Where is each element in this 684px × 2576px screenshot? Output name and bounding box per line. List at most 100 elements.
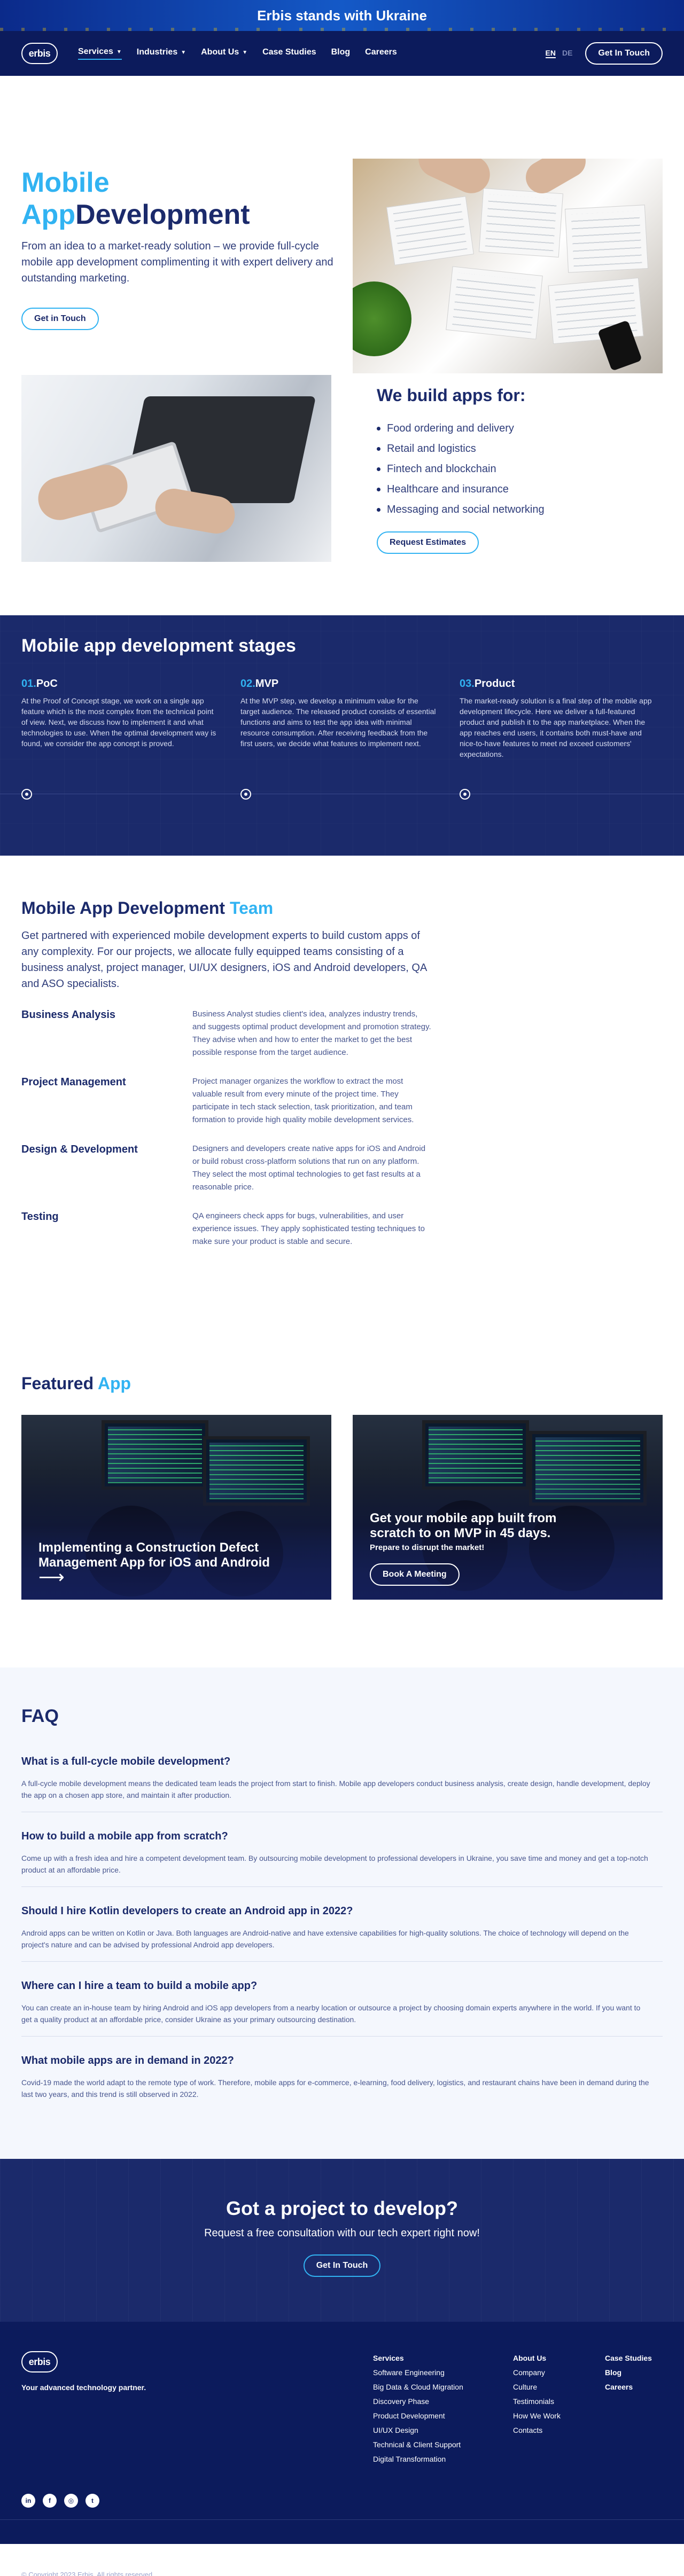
mvp-promo-title: Get your mobile app built from scratch t…: [370, 1511, 557, 1540]
footer-link[interactable]: Technical & Client Support: [373, 2438, 513, 2452]
mvp-promo-card: Get your mobile app built from scratch t…: [353, 1415, 663, 1600]
faq-question[interactable]: Should I hire Kotlin developers to creat…: [21, 1905, 663, 1917]
stage-description: At the MVP step, we develop a minimum va…: [240, 696, 436, 748]
role-description: Business Analyst studies client's idea, …: [192, 1009, 431, 1057]
build-title: We build apps for:: [377, 386, 526, 405]
team-title-accent: Team: [229, 898, 274, 918]
lang-en[interactable]: EN: [545, 49, 556, 58]
stage-name: MVP: [255, 678, 279, 690]
instagram-icon[interactable]: ◎: [64, 2494, 78, 2508]
faq-item[interactable]: What is a full-cycle mobile development?…: [21, 1756, 663, 1812]
case-study-card[interactable]: Implementing a Construction Defect Manag…: [21, 1415, 331, 1600]
nav-industries[interactable]: Industries ▼: [137, 47, 186, 60]
faq-question[interactable]: Where can I hire a team to build a mobil…: [21, 1980, 663, 1992]
faq-item[interactable]: What mobile apps are in demand in 2022? …: [21, 2055, 663, 2111]
footer-link[interactable]: Blog: [605, 2366, 652, 2380]
nav-careers[interactable]: Careers: [365, 47, 397, 60]
main-menu: Services ▼ Industries ▼ About Us ▼ Case Stu…: [78, 47, 397, 60]
team-section: Mobile App Development Team Get partnere…: [0, 856, 684, 1374]
faq-item[interactable]: How to build a mobile app from scratch? …: [21, 1830, 663, 1887]
social-links: in f ◎ t: [21, 2494, 99, 2508]
ukraine-banner[interactable]: Erbis stands with Ukraine: [0, 0, 684, 31]
book-a-meeting-button[interactable]: Book A Meeting: [370, 1563, 460, 1586]
faq-answer: Covid-19 made the world adapt to the rem…: [21, 2078, 649, 2099]
nav-services[interactable]: Services ▼: [78, 47, 122, 60]
nav-services-label: Services: [78, 47, 113, 56]
faq-question[interactable]: How to build a mobile app from scratch?: [21, 1830, 663, 1843]
stages-title: Mobile app development stages: [21, 636, 296, 656]
role-name: Project Management: [21, 1076, 126, 1088]
team-role-row: Testing QA engineers check apps for bugs…: [21, 1210, 663, 1248]
nav-blog[interactable]: Blog: [331, 47, 351, 60]
mvp-promo-subtitle: Prepare to disrupt the market!: [370, 1543, 485, 1552]
title-development: Development: [75, 199, 250, 230]
title-mobile: Mobile: [21, 167, 110, 198]
nav-about-label: About Us: [201, 48, 239, 57]
footer-link[interactable]: Contacts: [513, 2423, 605, 2438]
case-study-title: Implementing a Construction Defect Manag…: [38, 1540, 270, 1570]
nav-case-studies[interactable]: Case Studies: [262, 47, 316, 60]
stage-mvp: 02.MVP At the MVP step, we develop a min…: [240, 678, 438, 760]
request-estimates-button[interactable]: Request Estimates: [377, 531, 479, 554]
stage-name: Product: [474, 678, 515, 690]
timeline-dot-mvp[interactable]: [240, 789, 251, 800]
nav-industries-label: Industries: [136, 48, 178, 57]
page-title: Mobile AppDevelopment: [21, 167, 337, 231]
team-intro: Get partnered with experienced mobile de…: [21, 930, 427, 990]
stage-description: At the Proof of Concept stage, we work o…: [21, 696, 216, 748]
team-title-text: Mobile App Development: [21, 898, 226, 918]
linkedin-icon[interactable]: in: [21, 2494, 35, 2508]
get-in-touch-nav-button[interactable]: Get In Touch: [585, 42, 663, 65]
get-in-touch-cta-button[interactable]: Get In Touch: [303, 2254, 381, 2277]
faq-item[interactable]: Should I hire Kotlin developers to creat…: [21, 1905, 663, 1962]
laptop-tablet-photo: [21, 375, 331, 562]
stages-section: Mobile app development stages 01.PoC At …: [0, 615, 684, 856]
faq-answer: You can create an in-house team by hirin…: [21, 2003, 641, 2024]
footer-link[interactable]: UI/UX Design: [373, 2423, 513, 2438]
faq-item[interactable]: Where can I hire a team to build a mobil…: [21, 1980, 663, 2037]
footer-link[interactable]: Case Studies: [605, 2351, 652, 2366]
team-title: Mobile App Development Team: [21, 898, 663, 918]
copyright: © Copyright 2023 Erbis. All rights reser…: [21, 2571, 153, 2576]
timeline-dot-poc[interactable]: [21, 789, 32, 800]
faq-section: FAQ What is a full-cycle mobile developm…: [0, 1667, 684, 2159]
nav-about-us[interactable]: About Us ▼: [201, 47, 247, 60]
footer-link[interactable]: Digital Transformation: [373, 2452, 513, 2467]
chevron-down-icon: ▼: [181, 49, 186, 56]
stage-name: PoC: [36, 678, 58, 690]
footer-services-heading[interactable]: Services: [373, 2351, 513, 2366]
featured-title-text: Featured: [21, 1374, 94, 1393]
top-navigation: erbis Services ▼ Industries ▼ About Us ▼ Ca…: [0, 31, 684, 76]
faq-question[interactable]: What is a full-cycle mobile development?: [21, 1756, 663, 1768]
facebook-icon[interactable]: f: [43, 2494, 57, 2508]
role-description: Project manager organizes the workflow t…: [192, 1077, 414, 1124]
erbis-logo[interactable]: erbis: [21, 43, 58, 64]
featured-section: Featured App Implementing a Construction…: [0, 1374, 684, 1667]
footer-divider: [0, 2519, 684, 2520]
faq-question[interactable]: What mobile apps are in demand in 2022?: [21, 2055, 663, 2067]
cta-subtitle: Request a free consultation with our tec…: [204, 2227, 480, 2239]
role-name: Testing: [21, 1211, 59, 1223]
team-role-row: Project Management Project manager organ…: [21, 1075, 663, 1126]
hero-team-photo: [353, 159, 663, 373]
list-item: Healthcare and insurance: [377, 479, 663, 499]
we-build-section: We build apps for: Food ordering and del…: [0, 375, 684, 615]
featured-title-accent: App: [97, 1374, 131, 1393]
stage-description: The market-ready solution is a final ste…: [460, 696, 652, 758]
language-switcher: EN DE: [545, 49, 572, 58]
faq-answer: A full-cycle mobile development means th…: [21, 1779, 650, 1799]
twitter-icon[interactable]: t: [86, 2494, 99, 2508]
stage-product: 03.Product The market-ready solution is …: [460, 678, 657, 760]
lang-de[interactable]: DE: [562, 49, 572, 58]
stage-number: 02.: [240, 678, 255, 690]
timeline-dot-product[interactable]: [460, 789, 470, 800]
list-item: Fintech and blockchain: [377, 459, 663, 479]
footer-link[interactable]: Software Engineering: [373, 2366, 513, 2380]
chevron-down-icon: ▼: [116, 49, 122, 55]
privacy-link[interactable]: Privacy & Cookies: [373, 2571, 429, 2576]
footer-about-heading[interactable]: About Us: [513, 2351, 605, 2366]
stage-poc: 01.PoC At the Proof of Concept stage, we…: [21, 678, 219, 760]
footer-link[interactable]: Company: [513, 2366, 605, 2380]
get-in-touch-hero-button[interactable]: Get in Touch: [21, 308, 99, 330]
footer-logo[interactable]: erbis: [21, 2351, 58, 2373]
